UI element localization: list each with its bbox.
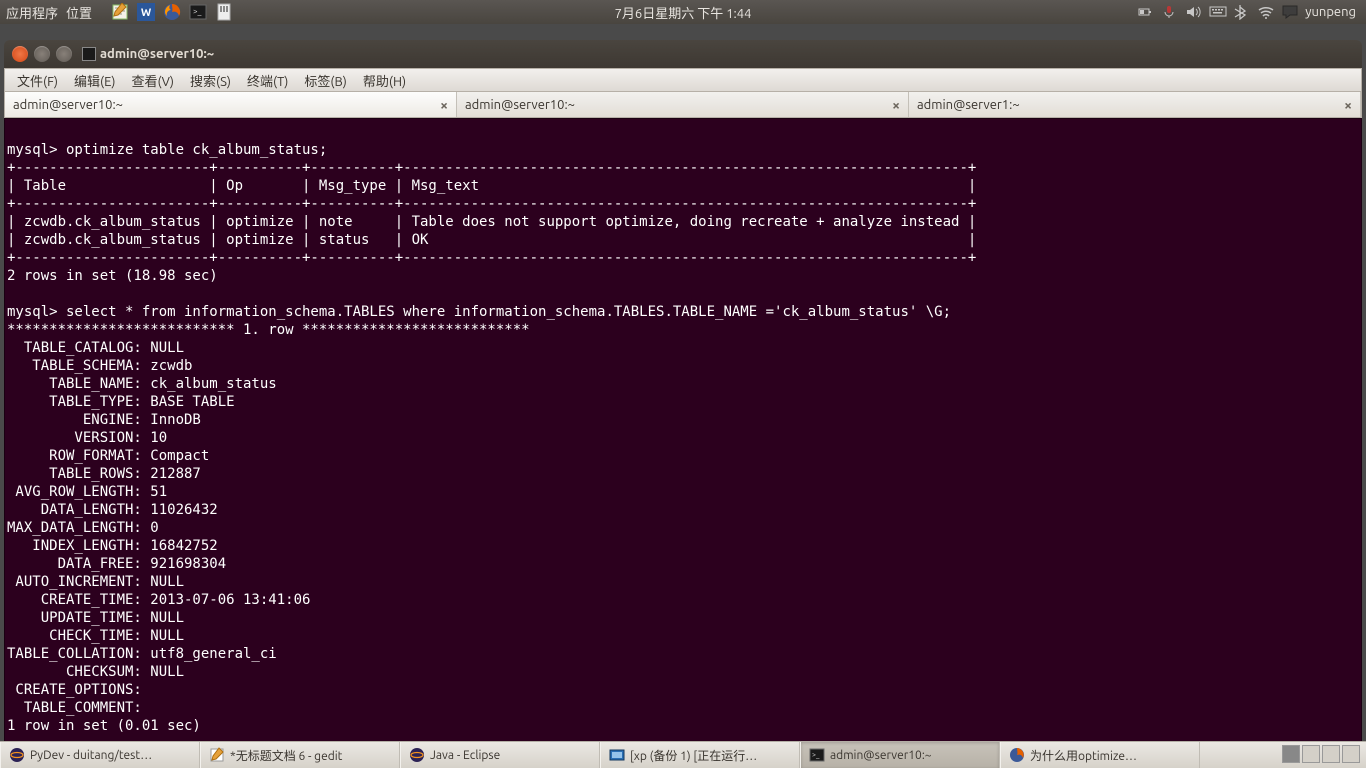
close-icon[interactable]: × — [440, 97, 448, 113]
menu-file[interactable]: 文件(F) — [11, 69, 64, 92]
places-menu[interactable]: 位置 — [66, 3, 92, 22]
tab-label: admin@server10:~ — [13, 98, 123, 112]
menu-terminal[interactable]: 终端(T) — [241, 69, 294, 92]
terminal-tab-bar: admin@server10:~ × admin@server10:~ × ad… — [4, 92, 1362, 118]
terminal-tab-1[interactable]: admin@server10:~ × — [457, 92, 909, 117]
task-label: PyDev - duitang/test… — [30, 749, 152, 762]
tool-launcher-icon[interactable] — [214, 2, 234, 22]
volume-icon[interactable] — [1185, 4, 1201, 20]
clock[interactable]: 7月6日星期六 下午 1:44 — [615, 3, 752, 22]
svg-text:W: W — [141, 7, 152, 19]
workspace-3[interactable] — [1322, 745, 1340, 763]
battery-icon[interactable] — [1137, 4, 1153, 20]
svg-text:>_: >_ — [193, 7, 202, 16]
mic-icon[interactable] — [1161, 4, 1177, 20]
menu-edit[interactable]: 编辑(E) — [68, 69, 121, 92]
terminal-icon: >_ — [809, 747, 825, 763]
window-title: admin@server10:~ — [82, 47, 214, 61]
gnome-top-panel: 应用程序 位置 W >_ 7月6日星期六 下午 1:44 yunpeng — [0, 0, 1366, 24]
workspace-switcher[interactable] — [1276, 742, 1366, 768]
window-close-button[interactable] — [12, 46, 28, 62]
gedit-launcher-icon[interactable] — [110, 2, 130, 22]
keyboard-icon[interactable] — [1209, 4, 1225, 20]
terminal-tab-0[interactable]: admin@server10:~ × — [5, 92, 457, 117]
tab-label: admin@server1:~ — [917, 98, 1020, 112]
gedit-icon — [209, 747, 225, 763]
eclipse-icon — [409, 747, 425, 763]
menu-search[interactable]: 搜索(S) — [184, 69, 237, 92]
close-icon[interactable]: × — [892, 97, 900, 113]
window-titlebar[interactable]: admin@server10:~ — [4, 40, 1362, 68]
window-minimize-button[interactable] — [34, 46, 50, 62]
vbox-icon — [609, 747, 625, 763]
terminal-menubar: 文件(F) 编辑(E) 查看(V) 搜索(S) 终端(T) 标签(B) 帮助(H… — [4, 68, 1362, 92]
chat-icon[interactable] — [1281, 4, 1297, 20]
task-label: 为什么用optimize… — [1030, 747, 1137, 764]
task-gedit[interactable]: *无标题文档 6 - gedit — [200, 742, 400, 768]
task-label: *无标题文档 6 - gedit — [230, 747, 342, 764]
svg-text:>_: >_ — [812, 751, 820, 759]
gnome-bottom-panel: PyDev - duitang/test… *无标题文档 6 - gedit J… — [0, 741, 1366, 768]
wifi-icon[interactable] — [1257, 4, 1273, 20]
task-label: Java - Eclipse — [430, 749, 500, 762]
bluetooth-icon[interactable] — [1233, 4, 1249, 20]
menu-view[interactable]: 查看(V) — [126, 69, 180, 92]
task-label: [xp (备份 1) [正在运行… — [630, 747, 757, 764]
terminal-output[interactable]: mysql> optimize table ck_album_status; +… — [4, 118, 1362, 749]
close-icon[interactable]: × — [1344, 97, 1352, 113]
terminal-launcher-icon[interactable]: >_ — [188, 2, 208, 22]
task-virtualbox[interactable]: [xp (备份 1) [正在运行… — [600, 742, 800, 768]
task-pydev[interactable]: PyDev - duitang/test… — [0, 742, 200, 768]
workspace-2[interactable] — [1302, 745, 1320, 763]
window-maximize-button[interactable] — [56, 46, 72, 62]
menu-tabs[interactable]: 标签(B) — [298, 69, 352, 92]
applications-menu[interactable]: 应用程序 — [6, 3, 58, 22]
firefox-launcher-icon[interactable] — [162, 2, 182, 22]
task-firefox[interactable]: 为什么用optimize… — [1000, 742, 1200, 768]
firefox-icon — [1009, 747, 1025, 763]
tab-label: admin@server10:~ — [465, 98, 575, 112]
menu-help[interactable]: 帮助(H) — [357, 69, 412, 92]
user-menu[interactable]: yunpeng — [1305, 5, 1356, 19]
eclipse-icon — [9, 747, 25, 763]
task-label: admin@server10:~ — [830, 749, 932, 762]
workspace-4[interactable] — [1342, 745, 1360, 763]
task-terminal[interactable]: >_ admin@server10:~ — [800, 742, 1000, 768]
word-launcher-icon[interactable]: W — [136, 2, 156, 22]
terminal-icon — [82, 47, 96, 61]
task-java-eclipse[interactable]: Java - Eclipse — [400, 742, 600, 768]
workspace-1[interactable] — [1282, 745, 1300, 763]
terminal-tab-2[interactable]: admin@server1:~ × — [909, 92, 1361, 117]
